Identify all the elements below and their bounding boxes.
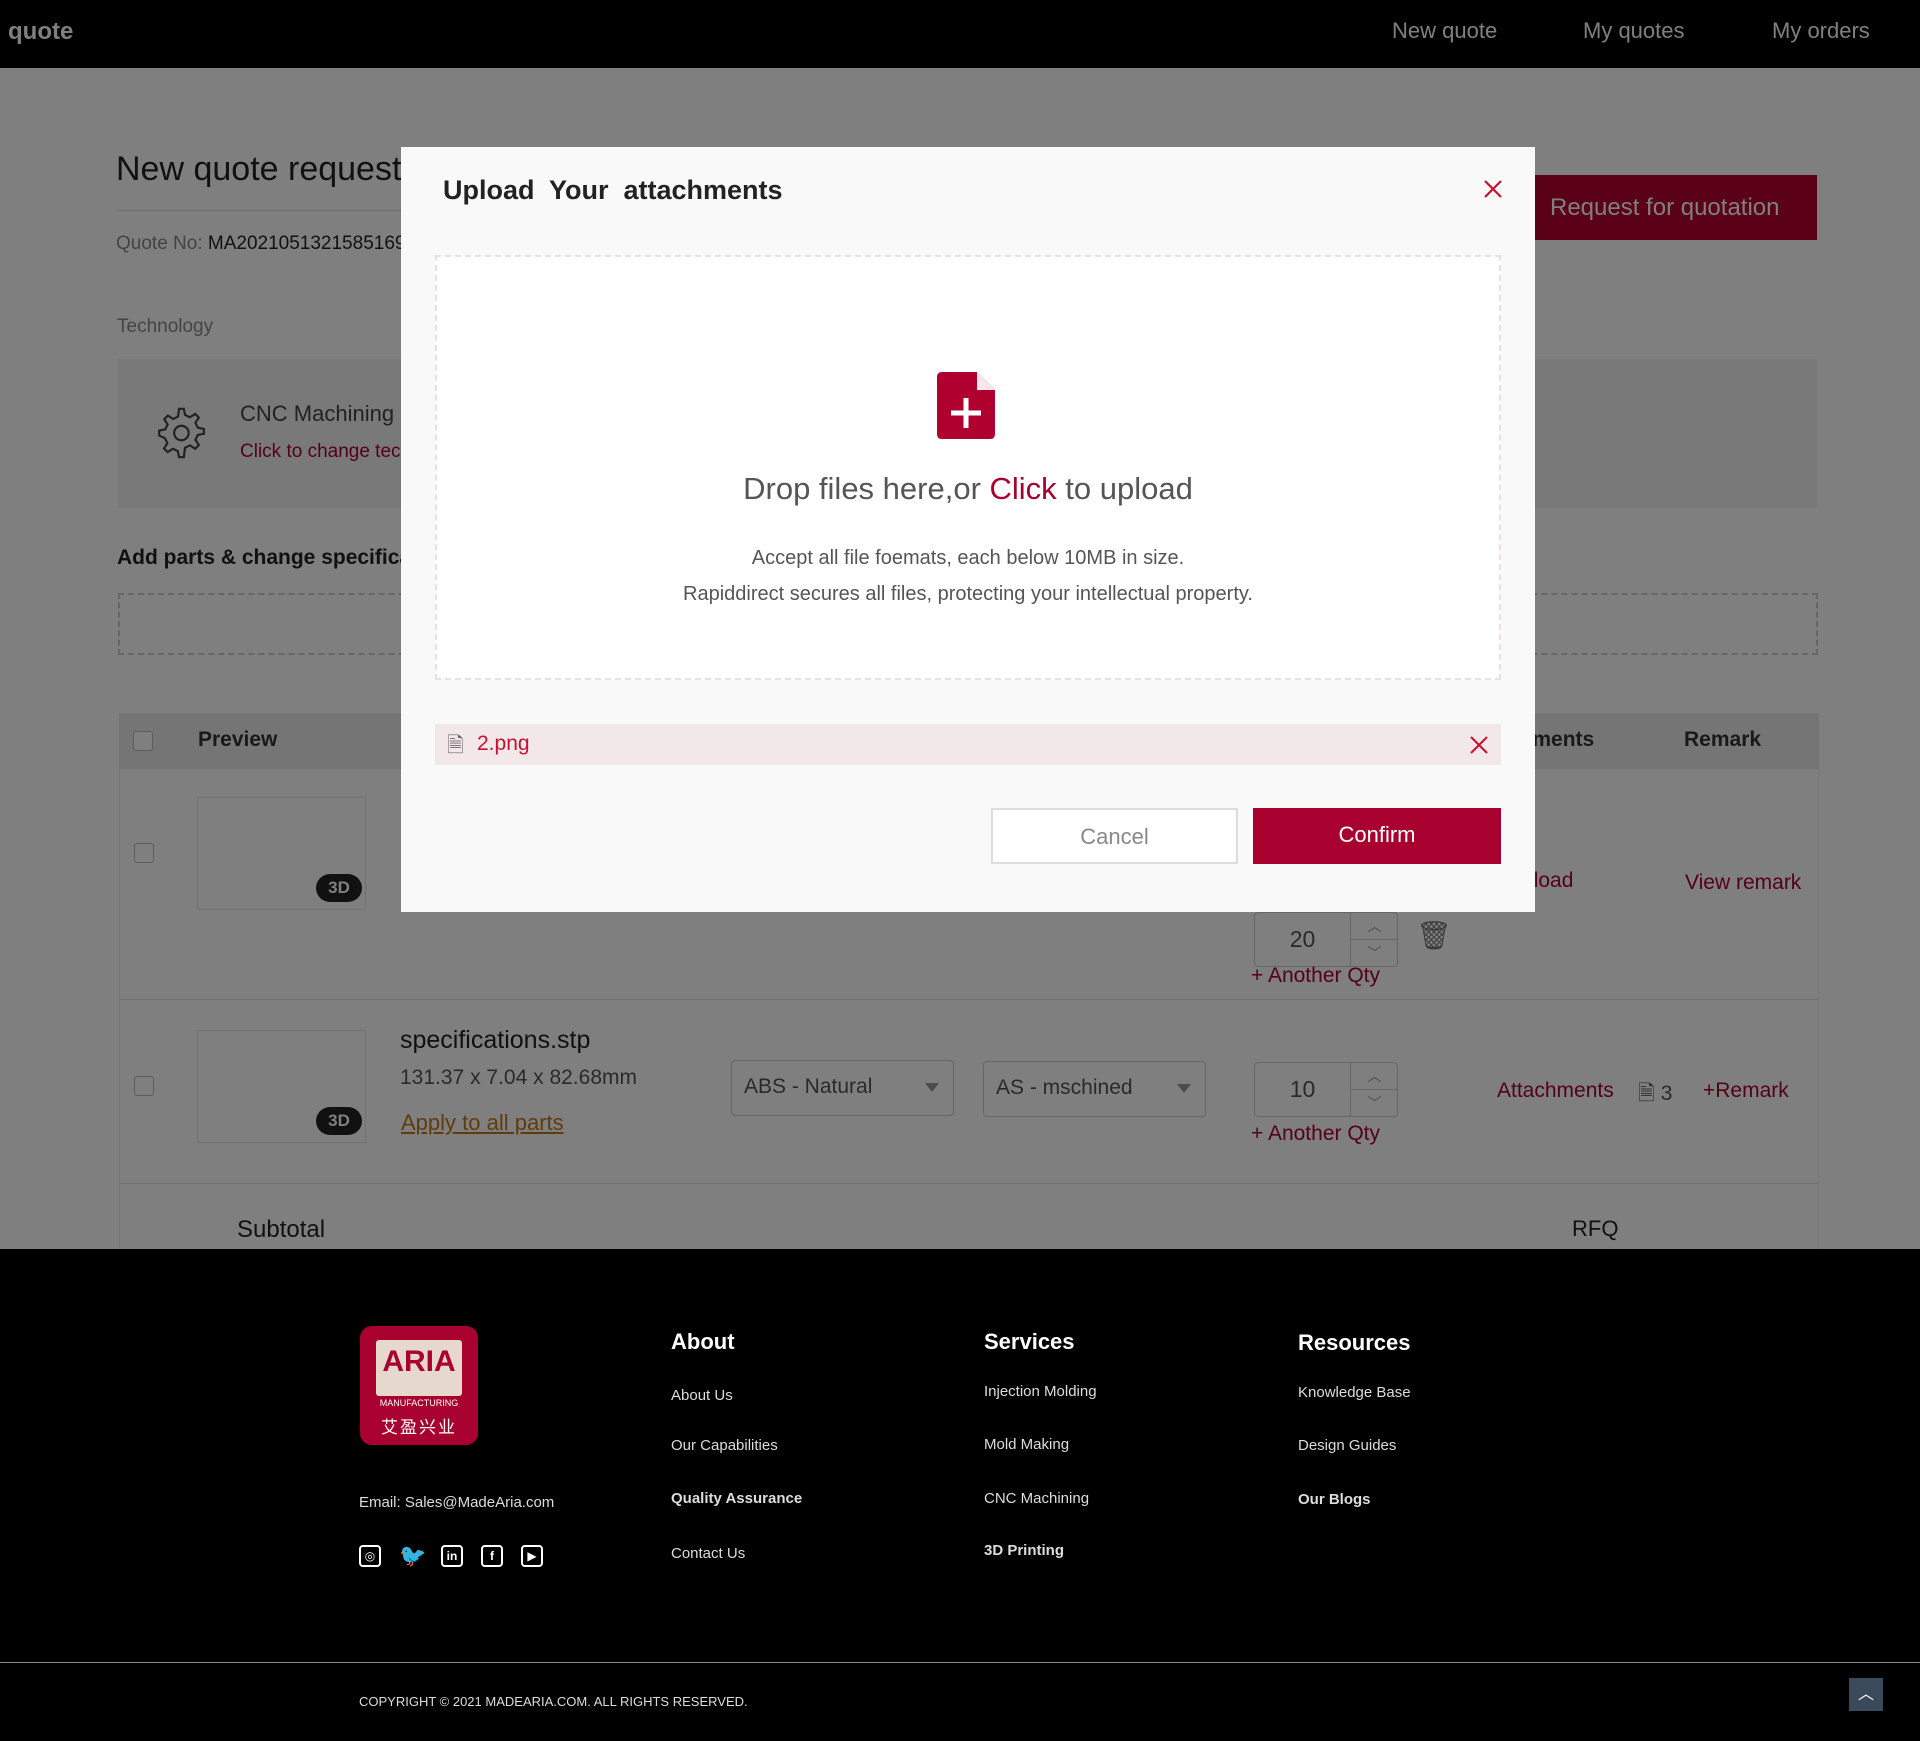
drop-text: Drop files here,or [743, 471, 990, 506]
chevron-up-icon: ︿ [1857, 1686, 1874, 1703]
footer-link[interactable]: 3D Printing [984, 1542, 1064, 1559]
footer: ARIA MANUFACTURING 艾盈兴业 Email: Sales@Mad… [0, 1249, 1920, 1741]
footer-divider [0, 1662, 1920, 1663]
footer-link[interactable]: Injection Molding [984, 1383, 1097, 1400]
drop-text-end: to upload [1056, 471, 1193, 506]
upload-attachments-modal: Upload Your attachments Drop files here,… [401, 147, 1535, 912]
footer-link[interactable]: Our Blogs [1298, 1491, 1371, 1508]
linkedin-icon[interactable]: in [441, 1545, 463, 1567]
footer-services-title: Services [984, 1329, 1075, 1354]
remove-file-icon[interactable] [1470, 736, 1488, 754]
footer-link[interactable]: Contact Us [671, 1545, 745, 1562]
modal-title: Upload Your attachments [443, 175, 783, 205]
file-add-icon [937, 372, 995, 439]
facebook-icon[interactable]: f [481, 1545, 503, 1567]
footer-link[interactable]: About Us [671, 1387, 733, 1404]
cancel-button[interactable]: Cancel [991, 808, 1238, 864]
twitter-icon[interactable]: 🐦 [399, 1543, 426, 1569]
copyright: COPYRIGHT © 2021 MADEARIA.COM. ALL RIGHT… [359, 1694, 748, 1709]
footer-link[interactable]: CNC Machining [984, 1490, 1089, 1507]
file-dropzone[interactable]: Drop files here,or Click to upload Accep… [435, 255, 1501, 680]
drop-instruction: Drop files here,or Click to upload [437, 471, 1499, 507]
format-hint: Accept all file foemats, each below 10MB… [751, 547, 1185, 569]
click-upload-link[interactable]: Click [990, 471, 1057, 506]
back-to-top-button[interactable]: ︿ [1849, 1678, 1883, 1711]
footer-about-title: About [671, 1329, 735, 1354]
footer-link[interactable]: Knowledge Base [1298, 1384, 1411, 1401]
footer-resources-title: Resources [1298, 1330, 1411, 1355]
file-icon: 🗎 [447, 734, 464, 757]
footer-email[interactable]: Email: Sales@MadeAria.com [359, 1494, 554, 1511]
uploaded-file-item: 🗎 2.png [435, 724, 1501, 765]
aria-logo[interactable]: ARIA MANUFACTURING 艾盈兴业 [360, 1326, 478, 1445]
close-icon[interactable] [1483, 179, 1503, 199]
footer-link[interactable]: Mold Making [984, 1436, 1069, 1453]
youtube-icon[interactable]: ▶ [521, 1545, 543, 1567]
confirm-button[interactable]: Confirm [1253, 808, 1501, 864]
footer-link[interactable]: Design Guides [1298, 1437, 1396, 1454]
instagram-icon[interactable]: ◎ [359, 1545, 381, 1567]
footer-link[interactable]: Our Capabilities [671, 1437, 778, 1454]
security-hint: Rapiddirect secures all files, protectin… [683, 583, 1253, 605]
footer-link[interactable]: Quality Assurance [671, 1490, 802, 1507]
file-name: 2.png [477, 732, 530, 755]
